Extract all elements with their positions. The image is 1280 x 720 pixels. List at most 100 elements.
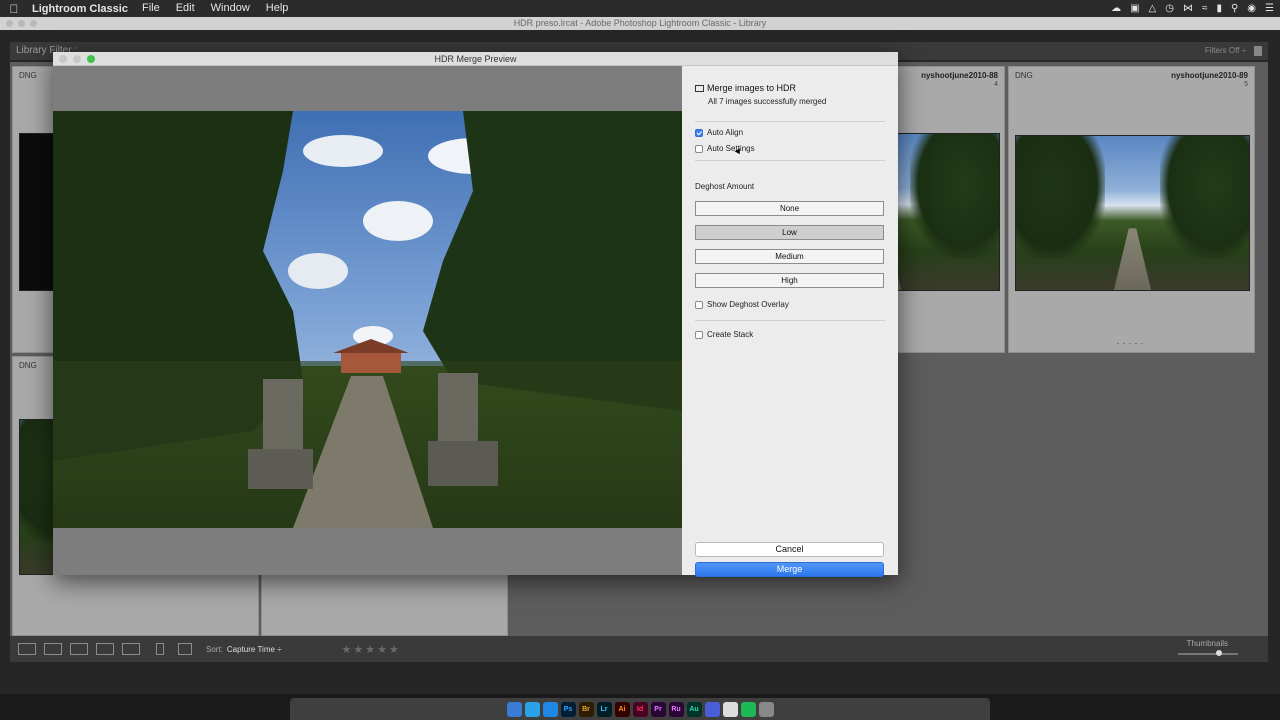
menu-bar:  Lightroom Classic File Edit Window Hel… [0, 0, 1280, 17]
show-deghost-overlay-checkbox[interactable] [695, 300, 703, 309]
menu-edit[interactable]: Edit [168, 0, 203, 17]
airplay-icon[interactable]: △ [1149, 0, 1157, 17]
auto-settings-checkbox[interactable] [695, 144, 703, 153]
compare-view-icon[interactable] [70, 643, 88, 655]
window-controls [6, 20, 37, 27]
dock: Ps Br Lr Ai Id Pr Ru Au [290, 698, 990, 720]
safari-icon[interactable] [542, 701, 558, 717]
indesign-icon[interactable]: Id [632, 701, 648, 717]
mail-icon[interactable] [722, 701, 738, 717]
grid-cell[interactable]: DNG nyshootjune2010-89 5 ····· [1008, 66, 1255, 353]
rating-dots: ····· [1116, 338, 1147, 348]
merge-status: All 7 images successfully merged [708, 97, 827, 106]
messages-icon[interactable] [704, 701, 720, 717]
merge-button[interactable]: Merge [695, 562, 884, 577]
cancel-button[interactable]: Cancel [695, 542, 884, 557]
auto-settings-row[interactable]: Auto Settings [695, 144, 755, 153]
merge-heading-text: Merge images to HDR [707, 83, 797, 93]
hdr-options-panel: Merge images to HDR All 7 images success… [682, 66, 898, 577]
grid-view-icon[interactable] [18, 643, 36, 655]
dialog-zoom-icon[interactable] [87, 55, 95, 63]
create-stack-checkbox[interactable] [695, 330, 703, 339]
merge-heading: Merge images to HDR [695, 83, 796, 93]
bluetooth-icon[interactable]: ⋈ [1183, 0, 1193, 17]
library-toolbar: Sort: Capture Time ÷ ★★★★★ Thumbnails [10, 636, 1268, 662]
slider-knob[interactable] [1216, 650, 1222, 656]
divider [695, 121, 885, 122]
dialog-window-controls [59, 55, 95, 63]
dialog-titlebar: HDR Merge Preview [53, 52, 898, 66]
creative-cloud-icon[interactable]: ☁ [1111, 0, 1121, 17]
thumbnail-size-slider[interactable] [1178, 653, 1238, 655]
hdr-merge-dialog: HDR Merge Preview Merge images to HDR Al… [53, 52, 898, 577]
chrome-icon[interactable] [524, 701, 540, 717]
dialog-close-icon[interactable] [59, 55, 67, 63]
deghost-medium-button[interactable]: Medium [695, 249, 884, 264]
menu-window[interactable]: Window [203, 0, 258, 17]
file-name-label: nyshootjune2010-89 [1171, 71, 1248, 80]
sort-dropdown[interactable]: Capture Time ÷ [227, 645, 282, 654]
time-machine-icon[interactable]: ◷ [1165, 0, 1174, 17]
minimize-window-icon[interactable] [18, 20, 25, 27]
window-title: HDR preso.lrcat - Adobe Photoshop Lightr… [513, 18, 767, 28]
file-format-label: DNG [19, 71, 37, 80]
cell-index: 5 [1244, 81, 1248, 88]
cell-index: 4 [994, 81, 998, 88]
filters-off-dropdown[interactable]: Filters Off ÷ [1205, 42, 1246, 60]
spotify-icon[interactable] [740, 701, 756, 717]
menu-help[interactable]: Help [258, 0, 297, 17]
file-format-label: DNG [19, 361, 37, 370]
create-stack-row[interactable]: Create Stack [695, 330, 753, 339]
finder-icon[interactable] [506, 701, 522, 717]
audition-icon[interactable]: Au [686, 701, 702, 717]
hdr-preview-image [53, 111, 682, 528]
bridge-icon[interactable]: Br [578, 701, 594, 717]
siri-icon[interactable]: ◉ [1247, 0, 1256, 17]
survey-view-icon[interactable] [96, 643, 114, 655]
file-format-label: DNG [1015, 71, 1033, 80]
close-window-icon[interactable] [6, 20, 13, 27]
people-view-icon[interactable] [122, 643, 140, 655]
illustrator-icon[interactable]: Ai [614, 701, 630, 717]
photoshop-icon[interactable]: Ps [560, 701, 576, 717]
battery-icon[interactable]: ▮ [1216, 0, 1222, 17]
wifi-icon[interactable]: ≈ [1202, 0, 1208, 17]
spray-can-icon[interactable] [156, 643, 164, 655]
display-icon[interactable]: ▣ [1130, 0, 1139, 17]
star-rating-filter[interactable]: ★★★★★ [342, 643, 401, 656]
search-icon[interactable]: ⚲ [1231, 0, 1238, 17]
menu-file[interactable]: File [134, 0, 168, 17]
deghost-high-button[interactable]: High [695, 273, 884, 288]
deghost-low-button[interactable]: Low [695, 225, 884, 240]
hdr-icon [695, 85, 704, 93]
deghost-amount-label: Deghost Amount [695, 182, 755, 191]
premiere-icon[interactable]: Pr [650, 701, 666, 717]
app-menu[interactable]: Lightroom Classic [28, 3, 134, 15]
dialog-minimize-icon[interactable] [73, 55, 81, 63]
create-stack-label: Create Stack [707, 330, 754, 339]
apple-menu-icon[interactable]:  [0, 2, 28, 16]
lock-icon[interactable] [1254, 46, 1262, 56]
divider [695, 160, 885, 161]
dialog-title: HDR Merge Preview [434, 54, 517, 64]
window-titlebar: HDR preso.lrcat - Adobe Photoshop Lightr… [0, 17, 1280, 30]
sort-direction-icon[interactable] [178, 643, 192, 655]
hdr-preview-pane [53, 66, 682, 575]
loupe-view-icon[interactable] [44, 643, 62, 655]
auto-align-checkbox[interactable] [695, 128, 703, 137]
zoom-window-icon[interactable] [30, 20, 37, 27]
thumbnails-label: Thumbnails [1186, 639, 1228, 648]
menu-icon[interactable]: ☰ [1265, 0, 1274, 17]
show-deghost-overlay-label: Show Deghost Overlay [707, 300, 789, 309]
trash-icon[interactable] [758, 701, 774, 717]
rush-icon[interactable]: Ru [668, 701, 684, 717]
auto-settings-label: Auto Settings [707, 144, 755, 153]
thumbnail[interactable] [1015, 135, 1250, 291]
auto-align-row[interactable]: Auto Align [695, 128, 743, 137]
divider [695, 320, 885, 321]
deghost-none-button[interactable]: None [695, 201, 884, 216]
show-deghost-overlay-row[interactable]: Show Deghost Overlay [695, 300, 789, 309]
status-area: ☁ ▣ △ ◷ ⋈ ≈ ▮ ⚲ ◉ ☰ [1111, 0, 1274, 17]
lightroom-icon[interactable]: Lr [596, 701, 612, 717]
sort-label: Sort: [206, 644, 223, 654]
